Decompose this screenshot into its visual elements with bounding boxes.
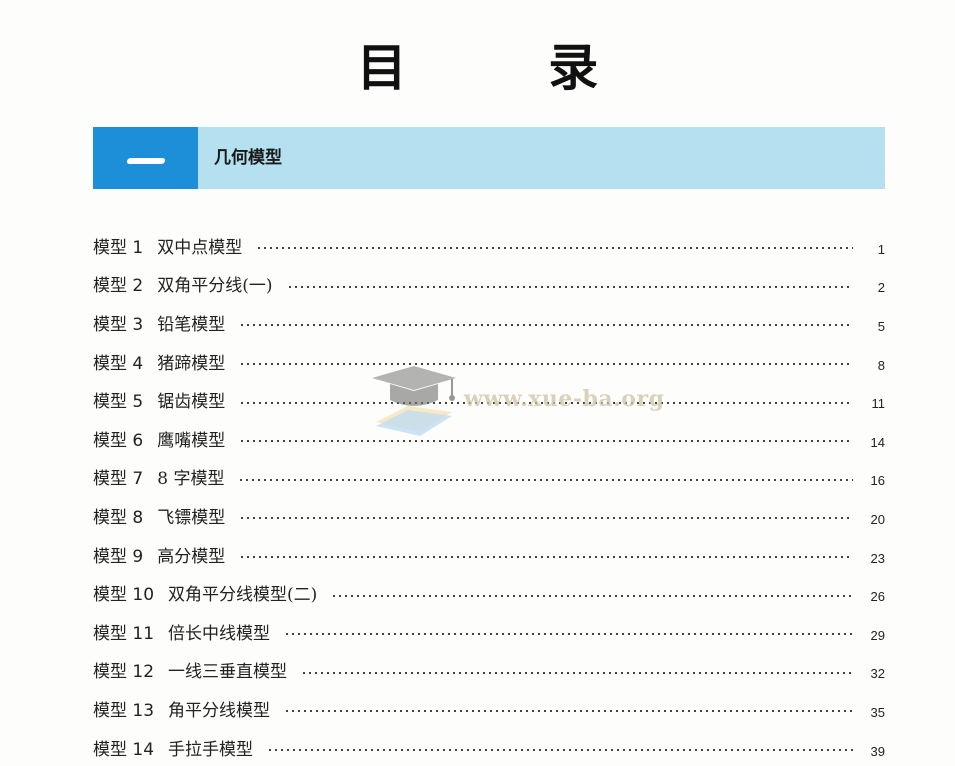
dot-leader <box>239 556 853 559</box>
entry-label: 模型 5 <box>93 392 144 413</box>
entry-page: 29 <box>870 627 885 643</box>
entry-label: 模型 2 <box>93 276 144 297</box>
dot-leader <box>256 247 853 250</box>
entry-page: 8 <box>877 357 885 373</box>
entry-name: 铅笔模型 <box>157 314 226 335</box>
toc-entry[interactable]: 模型 4 猪蹄模型 8 <box>93 342 885 381</box>
toc-entry[interactable]: 模型 14 手拉手模型 39 <box>93 728 885 766</box>
entry-label: 模型 14 <box>93 739 155 760</box>
dot-leader <box>239 401 853 404</box>
entry-name: 一线三垂直模型 <box>168 662 288 683</box>
entry-page: 20 <box>870 511 885 527</box>
entry-page: 2 <box>877 280 885 296</box>
toc-entry[interactable]: 模型 3 铅笔模型 5 <box>93 303 885 342</box>
toc-entry[interactable]: 模型 9 高分模型 23 <box>93 535 885 574</box>
dot-leader <box>239 324 853 327</box>
entry-page: 1 <box>877 241 885 257</box>
entry-label: 模型 12 <box>93 662 155 683</box>
entry-label: 模型 1 <box>93 237 144 258</box>
entry-name: 手拉手模型 <box>168 739 254 760</box>
dot-leader <box>301 671 853 674</box>
dot-leader <box>239 363 853 366</box>
toc-entry[interactable]: 模型 1 双中点模型 1 <box>93 226 885 265</box>
table-of-contents: 模型 1 双中点模型 1 模型 2 双角平分线(一) 2 模型 3 铅笔模型 5 模型 4 猪… <box>93 226 885 766</box>
dot-leader <box>284 710 853 713</box>
toc-entry[interactable]: 模型 2 双角平分线(一) 2 <box>93 265 885 304</box>
entry-label: 模型 6 <box>93 430 144 451</box>
entry-label: 模型 10 <box>93 585 155 606</box>
entry-name: 高分模型 <box>157 546 226 567</box>
entry-name: 角平分线模型 <box>168 700 271 721</box>
toc-entry[interactable]: 模型 8 飞镖模型 20 <box>93 496 885 535</box>
entry-label: 模型 3 <box>93 314 144 335</box>
entry-label: 模型 13 <box>93 700 155 721</box>
entry-label: 模型 11 <box>93 623 155 644</box>
entry-name: 锯齿模型 <box>157 392 226 413</box>
entry-name: 双中点模型 <box>157 237 243 258</box>
entry-name: 飞镖模型 <box>157 507 226 528</box>
section-number-box <box>93 127 198 189</box>
dot-leader <box>239 517 853 520</box>
entry-page: 23 <box>870 550 885 566</box>
toc-entry[interactable]: 模型 5 锯齿模型 11 <box>93 380 885 419</box>
entry-page: 26 <box>870 589 885 605</box>
entry-name: 8 字模型 <box>157 469 225 490</box>
toc-entry[interactable]: 模型 12 一线三垂直模型 32 <box>93 651 885 690</box>
entry-page: 14 <box>870 434 885 450</box>
dot-leader <box>238 478 853 481</box>
toc-entry[interactable]: 模型 7 8 字模型 16 <box>93 458 885 497</box>
entry-name: 双角平分线模型(二) <box>168 585 318 606</box>
entry-page: 39 <box>870 743 885 759</box>
entry-page: 5 <box>877 318 885 334</box>
section-title: 几何模型 <box>214 148 282 168</box>
entry-page: 11 <box>871 396 886 412</box>
entry-name: 猪蹄模型 <box>157 353 226 374</box>
entry-name: 鹰嘴模型 <box>157 430 226 451</box>
dot-leader <box>331 594 853 597</box>
entry-label: 模型 4 <box>93 353 144 374</box>
entry-label: 模型 8 <box>93 507 144 528</box>
dot-leader <box>284 633 853 636</box>
toc-entry[interactable]: 模型 6 鹰嘴模型 14 <box>93 419 885 458</box>
page-title: 目 录 <box>356 39 661 97</box>
entry-page: 32 <box>870 666 885 682</box>
entry-name: 倍长中线模型 <box>168 623 271 644</box>
entry-page: 35 <box>870 704 885 720</box>
dot-leader <box>239 440 853 443</box>
section-header: 几何模型 <box>93 127 885 189</box>
entry-label: 模型 7 <box>93 469 144 490</box>
dot-leader <box>286 285 853 288</box>
entry-label: 模型 9 <box>93 546 144 567</box>
toc-entry[interactable]: 模型 10 双角平分线模型(二) 26 <box>93 573 885 612</box>
entry-page: 16 <box>870 473 885 489</box>
entry-name: 双角平分线(一) <box>157 276 273 297</box>
toc-entry[interactable]: 模型 13 角平分线模型 35 <box>93 689 885 728</box>
section-number <box>126 158 166 164</box>
toc-entry[interactable]: 模型 11 倍长中线模型 29 <box>93 612 885 651</box>
